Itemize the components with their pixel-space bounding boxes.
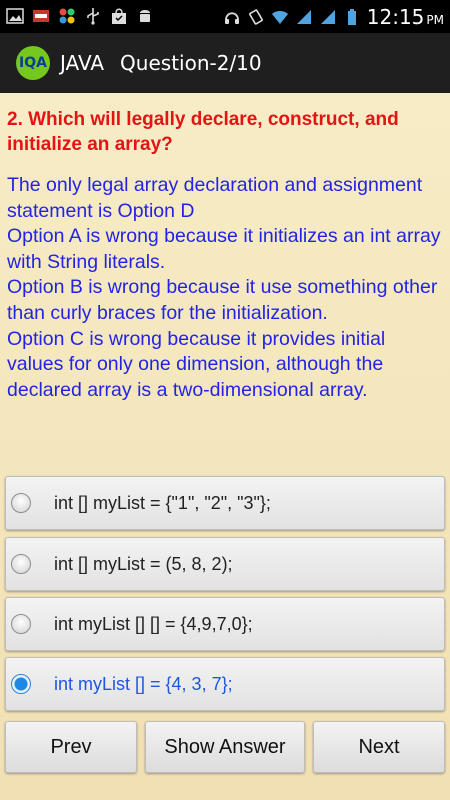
signal-icon bbox=[296, 9, 311, 24]
radio-button[interactable] bbox=[11, 614, 31, 634]
wifi-icon bbox=[271, 10, 288, 24]
show-answer-button[interactable]: Show Answer bbox=[145, 721, 305, 773]
option-label: int [] myList = {"1", "2", "3"}; bbox=[54, 492, 271, 513]
clock-ampm: PM bbox=[426, 12, 444, 27]
app-title: JAVA Question-2/10 bbox=[60, 51, 262, 75]
usb-icon bbox=[87, 8, 99, 25]
radio-button-checked[interactable] bbox=[11, 674, 31, 694]
notification-icons bbox=[6, 7, 154, 25]
prev-button[interactable]: Prev bbox=[5, 721, 137, 773]
app-name: JAVA bbox=[60, 51, 105, 75]
app-grid-icon bbox=[59, 8, 75, 24]
clock-time: 12:15 bbox=[366, 4, 425, 29]
headphones-icon bbox=[224, 11, 239, 24]
option-label: int myList [] = {4, 3, 7}; bbox=[54, 673, 233, 694]
option-d[interactable]: int myList [] = {4, 3, 7}; bbox=[5, 657, 445, 711]
action-bar: IQA JAVA Question-2/10 bbox=[0, 33, 450, 93]
signal-icon bbox=[320, 9, 335, 24]
explanation-text: The only legal array declaration and ass… bbox=[7, 174, 441, 401]
android-icon bbox=[140, 10, 150, 22]
app-logo[interactable]: IQA bbox=[16, 46, 50, 80]
option-b[interactable]: int [] myList = (5, 8, 2); bbox=[5, 537, 445, 591]
vibrate-icon bbox=[248, 8, 263, 25]
option-label: int myList [] [] = {4,9,7,0}; bbox=[54, 613, 253, 634]
next-button[interactable]: Next bbox=[313, 721, 445, 773]
option-c[interactable]: int myList [] [] = {4,9,7,0}; bbox=[5, 597, 445, 651]
battery-icon bbox=[347, 8, 356, 25]
shopping-bag-icon bbox=[112, 8, 126, 24]
system-icons: 12:15 PM bbox=[223, 0, 444, 33]
app-logo-text: IQA bbox=[19, 55, 47, 71]
option-label: int [] myList = (5, 8, 2); bbox=[54, 553, 233, 574]
clock: 12:15 PM bbox=[367, 5, 444, 29]
image-icon bbox=[6, 8, 24, 24]
radio-button[interactable] bbox=[11, 554, 31, 574]
ndtv-icon bbox=[33, 10, 49, 22]
radio-button[interactable] bbox=[11, 493, 31, 513]
question-text: 2. Which will legally declare, construct… bbox=[7, 109, 399, 155]
status-bar: 12:15 PM bbox=[0, 0, 450, 33]
option-a[interactable]: int [] myList = {"1", "2", "3"}; bbox=[5, 476, 445, 530]
question-counter: Question-2/10 bbox=[120, 51, 262, 75]
